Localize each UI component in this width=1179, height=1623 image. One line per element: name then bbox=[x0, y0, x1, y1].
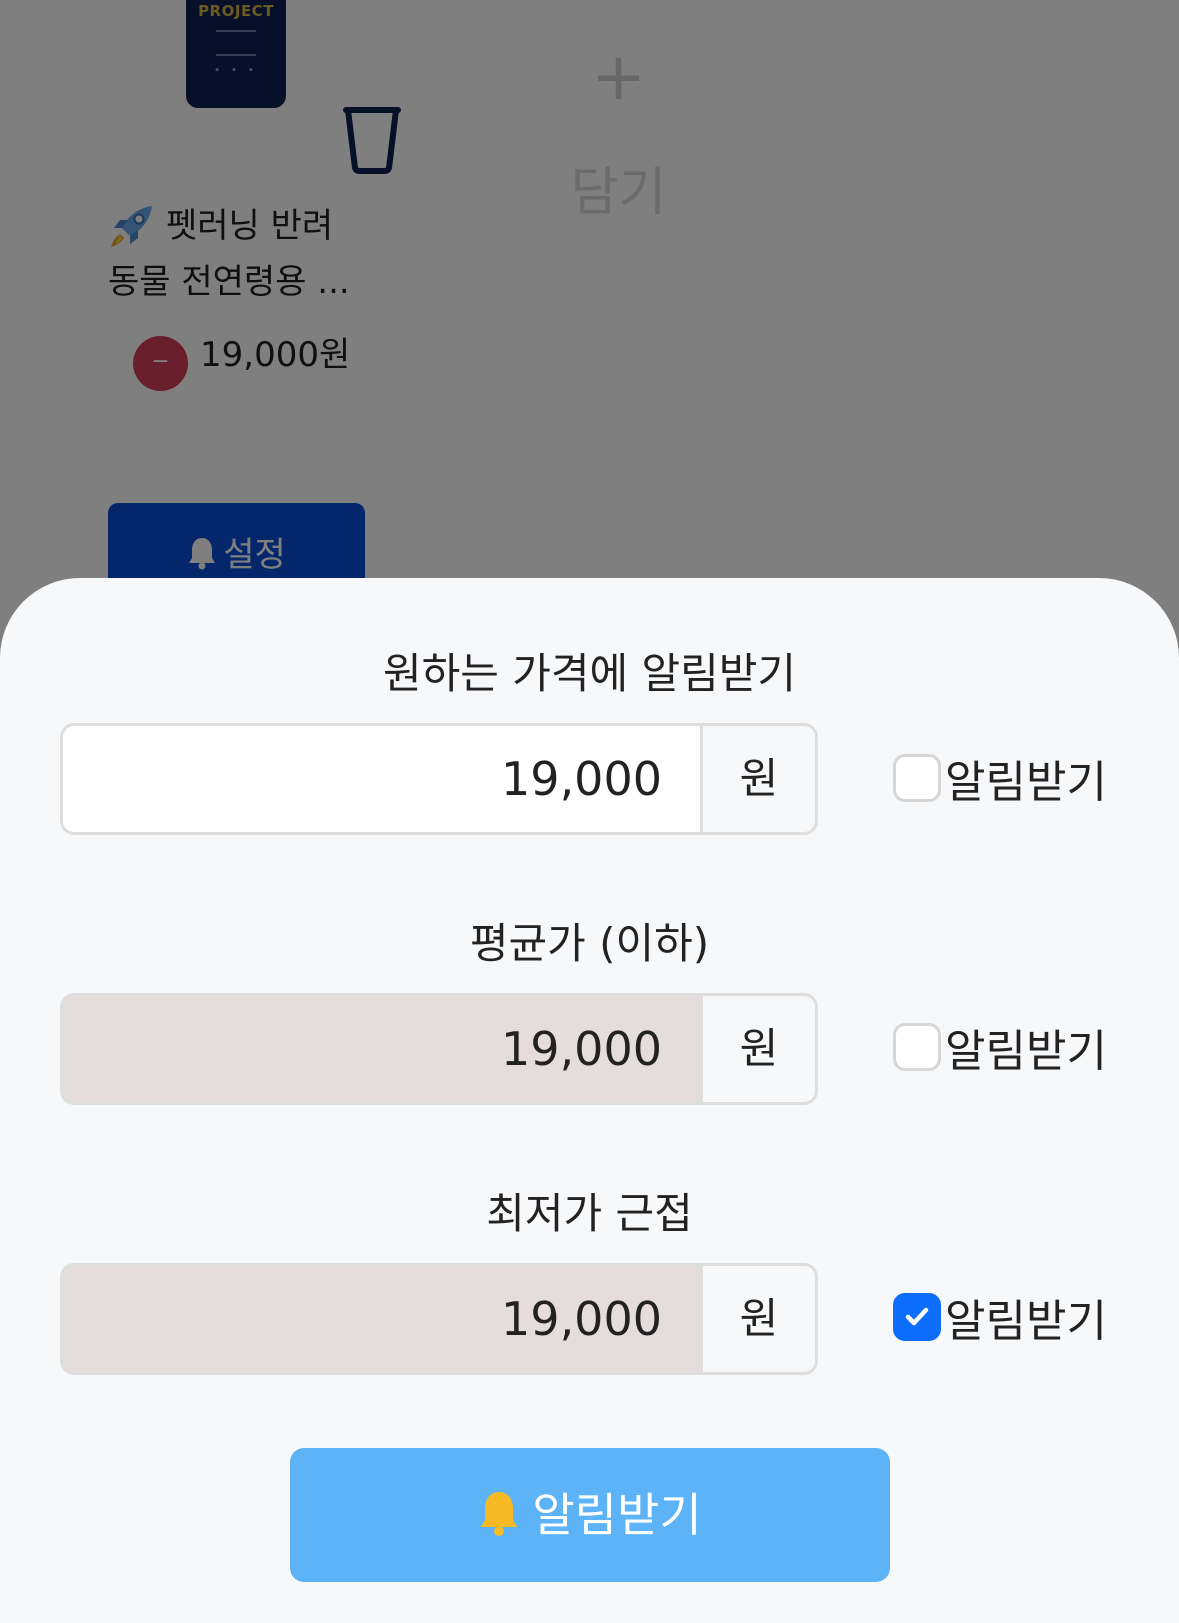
section-title-lowest-price: 최저가 근접 bbox=[486, 1189, 693, 1238]
checkbox-label: 알림받기 bbox=[945, 1026, 1107, 1077]
currency-unit: 원 bbox=[700, 993, 818, 1105]
average-price-alert-toggle[interactable]: 알림받기 bbox=[893, 1017, 1107, 1077]
target-price-input[interactable]: 19,000 bbox=[60, 723, 702, 835]
currency-unit: 원 bbox=[700, 723, 818, 835]
checkbox-label: 알림받기 bbox=[945, 757, 1107, 808]
bell-icon bbox=[481, 1492, 518, 1537]
target-price-alert-toggle[interactable]: 알림받기 bbox=[893, 748, 1107, 808]
checkmark-icon bbox=[905, 1307, 929, 1326]
section-title-target-price: 원하는 가격에 알림받기 bbox=[382, 649, 797, 698]
section-title-average-price: 평균가 (이하) bbox=[469, 919, 710, 968]
submit-label: 알림받기 bbox=[532, 1488, 702, 1542]
checkbox[interactable] bbox=[893, 754, 941, 802]
checkbox[interactable] bbox=[893, 1023, 941, 1071]
submit-alert-button[interactable]: 알림받기 bbox=[290, 1448, 890, 1582]
lowest-price-input: 19,000 bbox=[60, 1263, 702, 1375]
checkbox-checked[interactable] bbox=[893, 1293, 941, 1341]
lowest-price-alert-toggle[interactable]: 알림받기 bbox=[893, 1287, 1107, 1347]
page: PROJECT • • • + 담기 펫러닝 반려동물 전연령용 ... − 1… bbox=[0, 0, 1179, 1623]
average-price-input: 19,000 bbox=[60, 993, 702, 1105]
checkbox-label: 알림받기 bbox=[945, 1296, 1107, 1347]
currency-unit: 원 bbox=[700, 1263, 818, 1375]
